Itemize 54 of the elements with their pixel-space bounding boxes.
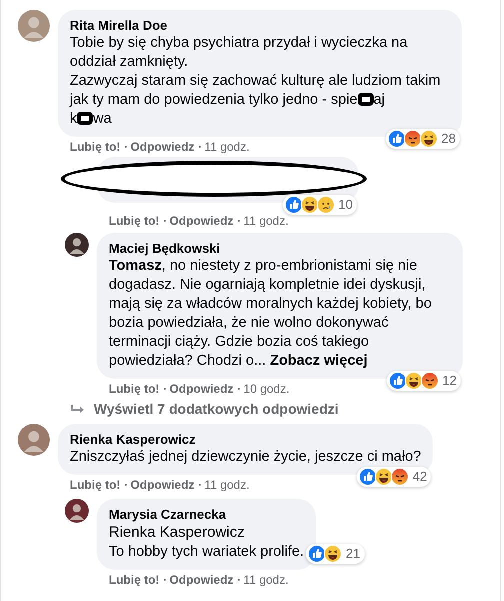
timestamp: 11 godz. [204, 139, 250, 155]
like-icon [388, 372, 407, 390]
like-link[interactable]: Lubię to! [70, 139, 121, 155]
reply-link[interactable]: Odpowiedz [170, 381, 234, 397]
author-name[interactable]: Marysia Czarnecka [109, 506, 226, 523]
author-name[interactable]: Rita Mirella Doe [70, 17, 168, 34]
like-icon [388, 130, 406, 148]
like-icon [358, 468, 377, 486]
reaction-count: 21 [346, 545, 361, 564]
timestamp: 11 godz. [244, 213, 289, 229]
author-name[interactable]: Rienka Kasperowicz [70, 431, 196, 448]
reply-link[interactable]: Odpowiedz [170, 572, 234, 588]
haha-icon [374, 468, 393, 486]
haha-icon [324, 545, 342, 563]
timestamp: 11 godz. [204, 477, 250, 493]
comment-text: k wa [70, 110, 113, 129]
like-link[interactable]: Lubię to! [109, 381, 160, 397]
timestamp: 11 godz. [244, 572, 289, 588]
like-icon [308, 545, 326, 563]
reaction-count: 10 [338, 196, 353, 214]
angry-icon [404, 130, 422, 148]
reactions-summary[interactable]: 42 [356, 467, 432, 487]
reply-link[interactable]: Odpowiedz [130, 139, 195, 155]
reply-link[interactable]: Odpowiedz [130, 477, 195, 493]
like-link[interactable]: Lubię to! [109, 572, 160, 588]
like-link[interactable]: Lubię to! [109, 213, 160, 229]
haha-icon [420, 130, 438, 148]
reaction-count: 42 [412, 468, 428, 486]
reaction-count: 28 [442, 130, 456, 148]
timestamp: 10 godz. [244, 381, 290, 397]
like-icon [284, 196, 303, 214]
angry-icon [420, 372, 439, 390]
like-link[interactable]: Lubię to! [70, 477, 121, 493]
angry-icon [390, 468, 409, 486]
comment-text: To hobby tych wariatek prolife. [109, 543, 304, 562]
reply-link[interactable]: Odpowiedz [170, 213, 234, 229]
see-more-link[interactable]: Zobacz więcej [270, 353, 368, 369]
reaction-count: 12 [442, 372, 457, 390]
haha-icon [300, 196, 319, 214]
reactions-summary[interactable]: 12 [386, 371, 461, 391]
comment-text: Tomasz, no niestety z pro-embrionistami się nie dogadasz. Nie ogarniają kompletnie idei dyskusji, mają się za władców moralnych każdej kobiety, bo bozia powiedziała, że nie wolno dokonywać terminacji ciąży. Gdzie bozia coś takiego powiedziała? Chodzi o... Zobacz więcej [109, 257, 433, 371]
comment-text: Zniszczyłaś jednej dziewczynie życie, jeszcze ci mało? [70, 448, 422, 467]
redaction-mark [358, 93, 374, 106]
reactions-summary[interactable]: 21 [306, 544, 365, 564]
haha-icon [404, 372, 423, 390]
reactions-summary[interactable]: 28 [386, 129, 460, 149]
sad-icon [316, 196, 335, 214]
mention-link[interactable]: Rienka Kasperowicz [109, 523, 245, 543]
reply-arrow-icon [70, 404, 86, 416]
reactions-summary[interactable]: 10 [282, 195, 357, 215]
author-name[interactable]: Maciej Będkowski [109, 240, 220, 257]
redaction-mark [77, 112, 94, 125]
comment-text: Tobie by się chyba psychiatra przydał i wycieczka na oddział zamknięty. [70, 34, 409, 72]
more-replies-link[interactable]: Wyświetl 7 dodatkowych odpowiedzi [94, 399, 339, 420]
